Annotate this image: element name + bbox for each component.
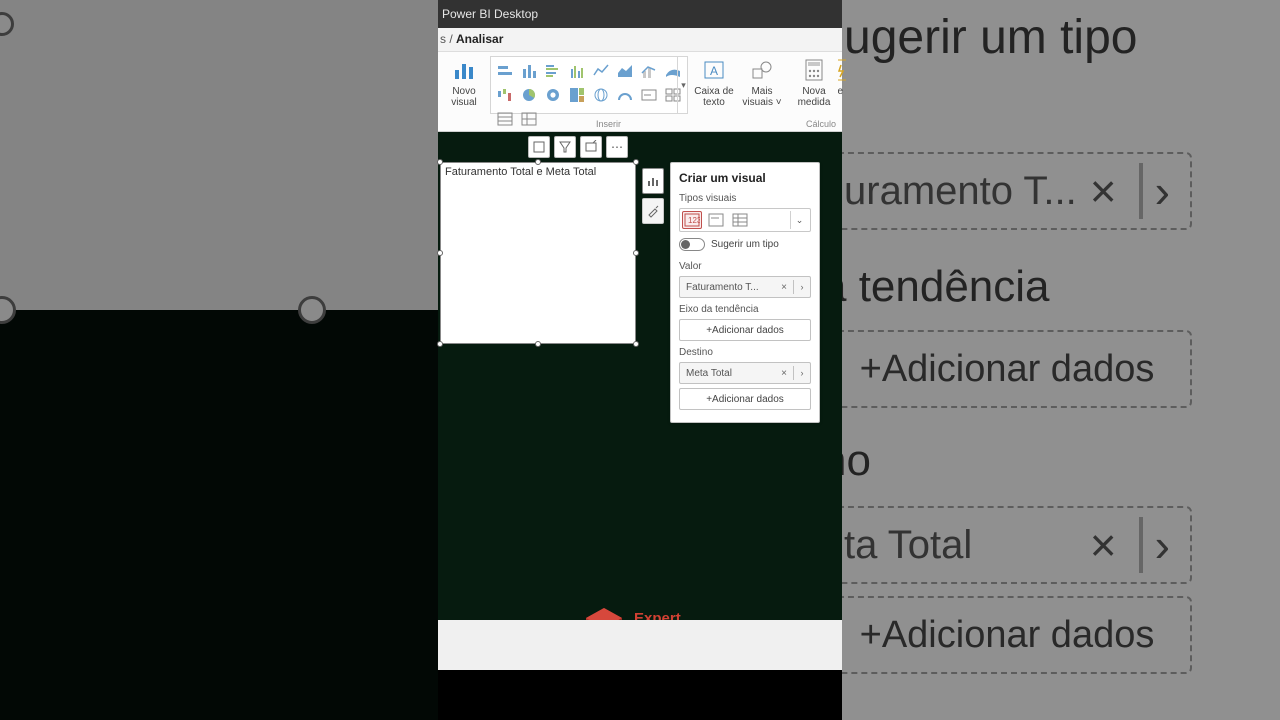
destino-field-chip[interactable]: Meta Total × › bbox=[679, 362, 811, 384]
visual-types-selector: 123 ⌄ bbox=[679, 208, 811, 232]
canvas-bottom-strip bbox=[438, 620, 842, 670]
zoom-eixo-label: a tendência bbox=[822, 262, 1050, 312]
matrix-icon[interactable] bbox=[519, 109, 539, 129]
app-window: Power BI Desktop s / Analisar Novo visua… bbox=[438, 0, 842, 720]
gallery-expand-button[interactable]: ▾ bbox=[677, 57, 689, 113]
line-column-icon[interactable] bbox=[639, 61, 659, 81]
ribbon-group-label-calc: Cálculo bbox=[806, 119, 836, 129]
svg-text:123: 123 bbox=[688, 216, 700, 225]
visual-title: Faturamento Total e Meta Total bbox=[441, 163, 635, 181]
destino-section-label: Destino bbox=[671, 345, 819, 362]
map-icon[interactable] bbox=[591, 85, 611, 105]
visual-types-dropdown[interactable]: ⌄ bbox=[790, 211, 808, 229]
area-chart-icon[interactable] bbox=[615, 61, 635, 81]
caixa-de-texto-button[interactable]: A Caixa de texto bbox=[694, 56, 734, 108]
medida-rapida-button[interactable]: Me rá bbox=[838, 56, 846, 97]
resize-handle[interactable] bbox=[535, 341, 541, 347]
selected-visual[interactable]: Faturamento Total e Meta Total bbox=[440, 162, 636, 344]
suggest-type-row: Sugerir um tipo bbox=[679, 238, 811, 251]
focus-mode-button[interactable] bbox=[528, 136, 550, 158]
clustered-bar-icon[interactable] bbox=[543, 61, 563, 81]
selection-toolbar: ⋯ bbox=[528, 136, 628, 158]
valor-field-name: Faturamento T... bbox=[680, 282, 775, 293]
ribbon-group-gallery: ▾ bbox=[488, 56, 690, 131]
stacked-column-icon[interactable] bbox=[519, 61, 539, 81]
suggest-type-toggle[interactable] bbox=[679, 238, 705, 251]
valor-field-chip[interactable]: Faturamento T... × › bbox=[679, 276, 811, 298]
card-visual-type[interactable] bbox=[706, 211, 726, 229]
app-title: Power BI Desktop bbox=[442, 7, 538, 21]
resize-handle[interactable] bbox=[633, 159, 639, 165]
valor-field-menu[interactable]: › bbox=[794, 282, 810, 292]
ribbon-group-caixa-texto: A Caixa de texto bbox=[690, 56, 738, 131]
more-options-button[interactable]: ⋯ bbox=[606, 136, 628, 158]
ribbon-group-label-inserir: Inserir bbox=[596, 119, 621, 129]
resize-handle[interactable] bbox=[437, 250, 443, 256]
resize-handle[interactable] bbox=[437, 159, 443, 165]
remove-valor-button[interactable]: × bbox=[775, 282, 793, 293]
zoom-suggest-label: Sugerir um tipo bbox=[812, 10, 1137, 65]
visuals-gallery[interactable]: ▾ bbox=[490, 56, 688, 114]
pin-button[interactable] bbox=[580, 136, 602, 158]
pane-title: Criar um visual bbox=[671, 163, 819, 191]
zoom-chip-valor: uramento T... ×› bbox=[822, 152, 1192, 230]
destino-field-name: Meta Total bbox=[680, 368, 775, 379]
background-left bbox=[0, 0, 438, 720]
quick-measure-icon bbox=[838, 56, 846, 84]
eixo-section-label: Eixo da tendência bbox=[671, 302, 819, 319]
ribbon: Novo visual bbox=[438, 52, 842, 132]
resize-handle[interactable] bbox=[633, 250, 639, 256]
stacked-bar-icon[interactable] bbox=[495, 61, 515, 81]
calculator-icon bbox=[800, 56, 828, 84]
background-right: Sugerir um tipo uramento T... ×› a tendê… bbox=[842, 0, 1280, 720]
add-destino-button[interactable]: +Adicionar dados bbox=[679, 388, 811, 410]
clustered-column-icon[interactable] bbox=[567, 61, 587, 81]
ellipsis-icon: ⋯ bbox=[611, 140, 623, 154]
resize-handle[interactable] bbox=[633, 341, 639, 347]
zoom-add-2: +Adicionar dados bbox=[822, 596, 1192, 674]
kpi-visual-type[interactable]: 123 bbox=[682, 211, 702, 229]
visual-types-label: Tipos visuais bbox=[671, 191, 819, 208]
add-eixo-button[interactable]: +Adicionar dados bbox=[679, 319, 811, 341]
suggest-type-label: Sugerir um tipo bbox=[711, 239, 779, 250]
valor-section-label: Valor bbox=[671, 259, 819, 276]
ribbon-group-novo-visual: Novo visual bbox=[440, 56, 488, 131]
gauge-icon[interactable] bbox=[615, 85, 635, 105]
novo-visual-button[interactable]: Novo visual bbox=[444, 56, 484, 108]
table-icon[interactable] bbox=[495, 109, 515, 129]
pie-chart-icon[interactable] bbox=[519, 85, 539, 105]
titlebar: Power BI Desktop bbox=[438, 0, 842, 28]
ribbon-tabstrip: s / Analisar bbox=[438, 28, 842, 52]
donut-chart-icon[interactable] bbox=[543, 85, 563, 105]
resize-handle[interactable] bbox=[437, 341, 443, 347]
svg-text:A: A bbox=[710, 64, 718, 78]
report-canvas[interactable]: ⋯ Faturamento Total e Meta Total bbox=[438, 132, 842, 670]
breadcrumb: s / Analisar bbox=[440, 32, 503, 46]
treemap-icon[interactable] bbox=[567, 85, 587, 105]
format-visual-tab[interactable] bbox=[642, 198, 664, 224]
mais-visuais-button[interactable]: Mais visuais ˅ bbox=[742, 56, 782, 108]
table-visual-type[interactable] bbox=[730, 211, 750, 229]
zoom-chip-destino: ta Total ×› bbox=[822, 506, 1192, 584]
line-chart-icon[interactable] bbox=[591, 61, 611, 81]
nova-medida-button[interactable]: Nova medida bbox=[794, 56, 834, 108]
remove-destino-button[interactable]: × bbox=[775, 368, 793, 379]
build-visual-pane: Criar um visual Tipos visuais 123 ⌄ Suge… bbox=[670, 162, 820, 423]
textbox-icon: A bbox=[700, 56, 728, 84]
ribbon-group-medida-rapida: Me rá bbox=[838, 56, 846, 131]
ribbon-group-mais-visuais: Mais visuais ˅ bbox=[738, 56, 786, 131]
shapes-icon bbox=[748, 56, 776, 84]
filter-button[interactable] bbox=[554, 136, 576, 158]
build-visual-tab[interactable] bbox=[642, 168, 664, 194]
waterfall-icon[interactable] bbox=[495, 85, 515, 105]
active-tab[interactable]: Analisar bbox=[456, 32, 503, 46]
pane-side-tabs bbox=[642, 168, 664, 224]
destino-field-menu[interactable]: › bbox=[794, 368, 810, 378]
zoom-add-1: +Adicionar dados bbox=[822, 330, 1192, 408]
card-icon[interactable] bbox=[639, 85, 659, 105]
resize-handle[interactable] bbox=[535, 159, 541, 165]
column-chart-icon bbox=[450, 56, 478, 84]
